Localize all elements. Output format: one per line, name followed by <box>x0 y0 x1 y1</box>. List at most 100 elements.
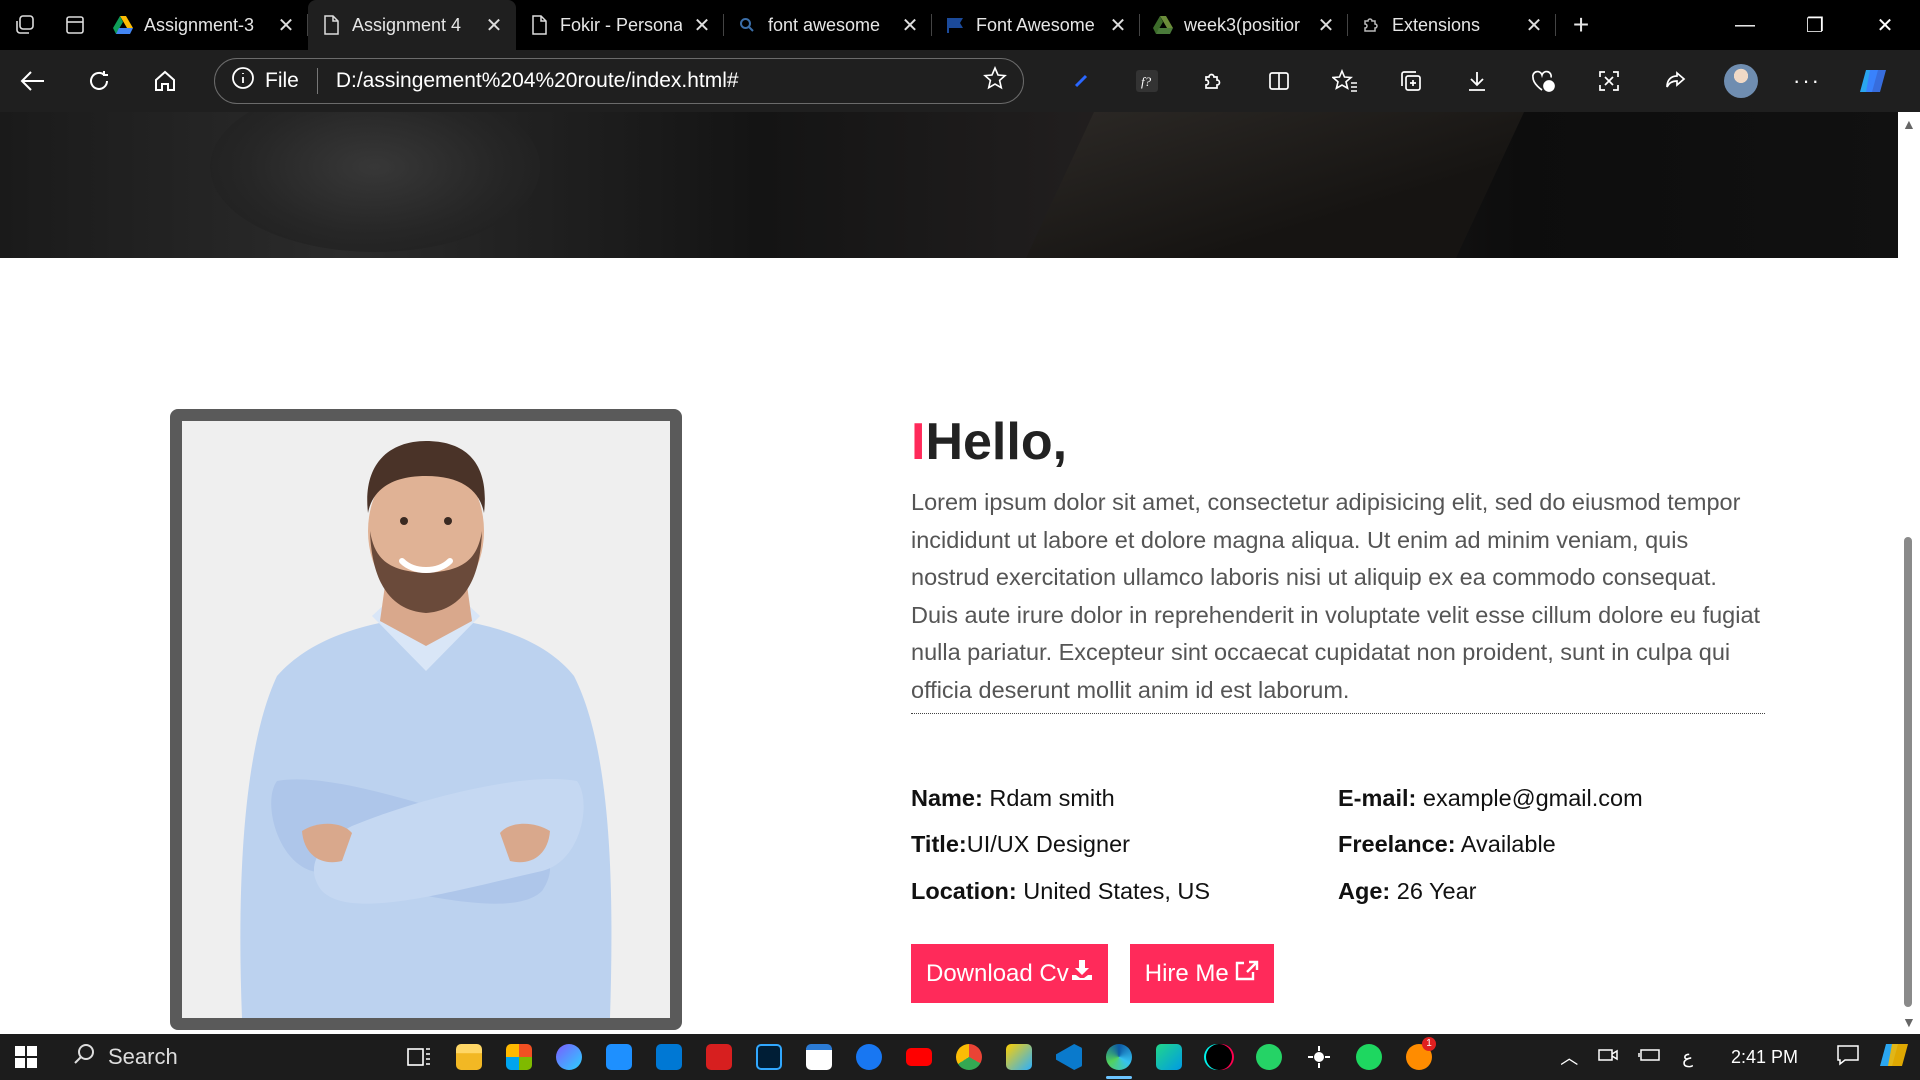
language-indicator[interactable]: ع <box>1672 1047 1703 1068</box>
clipchamp-icon[interactable] <box>544 1034 594 1080</box>
spotify-icon[interactable] <box>1344 1034 1394 1080</box>
file-explorer-icon[interactable] <box>444 1034 494 1080</box>
copilot-pre-icon[interactable] <box>1870 1042 1920 1073</box>
clion-icon[interactable] <box>1144 1034 1194 1080</box>
edge-icon[interactable] <box>1094 1034 1144 1080</box>
youtube-icon[interactable] <box>894 1034 944 1080</box>
close-icon[interactable]: ✕ <box>900 13 920 38</box>
download-icon <box>1071 959 1093 988</box>
profile-avatar[interactable] <box>1708 50 1774 112</box>
notebook-shape <box>1025 112 1525 258</box>
browser-essentials-icon[interactable] <box>1510 50 1576 112</box>
window-controls: — ❐ ✕ <box>1710 0 1920 50</box>
scroll-down-arrow-icon[interactable]: ▼ <box>1902 1014 1916 1030</box>
notifications-icon[interactable] <box>1826 1044 1870 1071</box>
tab-assignment-4[interactable]: Assignment 4 ✕ <box>308 0 516 50</box>
info-label: Age: <box>1338 877 1391 904</box>
scroll-up-arrow-icon[interactable]: ▲ <box>1902 116 1916 132</box>
info-value: 26 Year <box>1390 877 1477 904</box>
orange-app-icon[interactable]: 1 <box>1394 1034 1444 1080</box>
microsoft-store-icon[interactable] <box>494 1034 544 1080</box>
acrobat-icon[interactable] <box>694 1034 744 1080</box>
tab-extensions[interactable]: Extensions ✕ <box>1348 0 1556 50</box>
tab-actions-icon[interactable] <box>50 0 100 50</box>
font-extension-icon[interactable]: f? <box>1114 50 1180 112</box>
info-freelance: Freelance: Available <box>1338 831 1765 858</box>
scrollbar-thumb[interactable] <box>1904 537 1912 1007</box>
task-view-icon[interactable] <box>394 1034 444 1080</box>
coffee-cup-shape <box>210 112 540 252</box>
tab-fokir[interactable]: Fokir - Persona ✕ <box>516 0 724 50</box>
workspaces-icon[interactable] <box>0 0 50 50</box>
google-drive-icon <box>112 14 134 36</box>
favorite-star-icon[interactable] <box>983 65 1007 96</box>
battery-icon[interactable] <box>1628 1047 1672 1068</box>
taskbar-search[interactable]: Search <box>52 1037 284 1077</box>
window-app-icon[interactable] <box>794 1034 844 1080</box>
extensions-icon <box>1360 14 1382 36</box>
collections-icon[interactable] <box>1378 50 1444 112</box>
search-label: Search <box>108 1044 178 1069</box>
calendar-app-icon[interactable] <box>644 1034 694 1080</box>
clock[interactable]: 2:41 PM <box>1703 1047 1826 1068</box>
favorites-icon[interactable] <box>1312 50 1378 112</box>
whatsapp-icon[interactable] <box>1244 1034 1294 1080</box>
settings-gear-icon[interactable] <box>1294 1034 1344 1080</box>
tiktok-icon[interactable] <box>1194 1034 1244 1080</box>
tab-assignment-3[interactable]: Assignment-3 ✕ <box>100 0 308 50</box>
tray-chevron-icon[interactable]: ︿ <box>1550 1044 1588 1070</box>
address-bar[interactable]: File D:/assingement%204%20route/index.ht… <box>214 58 1024 104</box>
divider <box>316 68 318 94</box>
restore-icon[interactable]: ❐ <box>1780 0 1850 50</box>
info-age: Age: 26 Year <box>1338 878 1765 905</box>
extensions-icon[interactable] <box>1180 50 1246 112</box>
home-icon[interactable] <box>132 50 198 112</box>
photoshop-icon[interactable] <box>744 1034 794 1080</box>
downloads-icon[interactable] <box>1444 50 1510 112</box>
download-cv-button[interactable]: Download Cv <box>911 944 1108 1003</box>
scheme-label: File <box>265 69 299 92</box>
tab-label: week3(positior <box>1184 14 1301 35</box>
notification-badge: 1 <box>1422 1037 1436 1051</box>
greeting-text: Hello, <box>925 413 1068 471</box>
tab-label: Assignment-3 <box>144 14 255 35</box>
more-options-icon[interactable]: ··· <box>1774 50 1840 112</box>
browser-tab-strip: Assignment-3 ✕ Assignment 4 ✕ Fokir - Pe… <box>0 0 1920 50</box>
tab-week3[interactable]: week3(positior ✕ <box>1140 0 1348 50</box>
facebook-icon[interactable] <box>844 1034 894 1080</box>
hire-me-button[interactable]: Hire Me <box>1129 944 1274 1003</box>
refresh-icon[interactable] <box>66 50 132 112</box>
tab-font-awesome[interactable]: Font Awesome ✕ <box>932 0 1140 50</box>
info-email: E-mail: example@gmail.com <box>1338 785 1765 812</box>
close-icon[interactable]: ✕ <box>1524 13 1544 38</box>
split-screen-icon[interactable] <box>1246 50 1312 112</box>
info-value: Rdam smith <box>982 784 1115 811</box>
close-icon[interactable]: ✕ <box>484 13 504 38</box>
chrome-icon[interactable] <box>944 1034 994 1080</box>
camera-icon[interactable] <box>1588 1046 1628 1069</box>
url-text[interactable]: D:/assingement%204%20route/index.html# <box>336 69 983 93</box>
hero-background-image <box>0 112 1898 258</box>
info-value: United States, US <box>1016 877 1211 904</box>
copilot-icon[interactable] <box>1840 50 1906 112</box>
share-icon[interactable] <box>1642 50 1708 112</box>
paint-app-icon[interactable] <box>994 1034 1044 1080</box>
close-window-icon[interactable]: ✕ <box>1850 0 1920 50</box>
close-icon[interactable]: ✕ <box>276 13 296 38</box>
close-icon[interactable]: ✕ <box>692 13 712 38</box>
pen-icon[interactable] <box>1048 50 1114 112</box>
tab-label: font awesome <box>768 14 881 35</box>
tab-font-awesome-search[interactable]: font awesome ✕ <box>724 0 932 50</box>
screenshot-icon[interactable] <box>1576 50 1642 112</box>
close-icon[interactable]: ✕ <box>1108 13 1128 38</box>
tab-label: Fokir - Persona <box>560 14 682 35</box>
windows-start-icon[interactable] <box>0 1034 52 1080</box>
new-tab-icon[interactable]: + <box>1556 0 1606 50</box>
page-scrollbar[interactable]: ▲ ▼ <box>1898 112 1920 1034</box>
back-icon[interactable] <box>0 50 66 112</box>
vscode-icon[interactable] <box>1044 1034 1094 1080</box>
close-icon[interactable]: ✕ <box>1316 13 1336 38</box>
minimize-icon[interactable]: — <box>1710 0 1780 50</box>
recycle-app-icon[interactable] <box>594 1034 644 1080</box>
info-icon[interactable] <box>231 66 255 96</box>
